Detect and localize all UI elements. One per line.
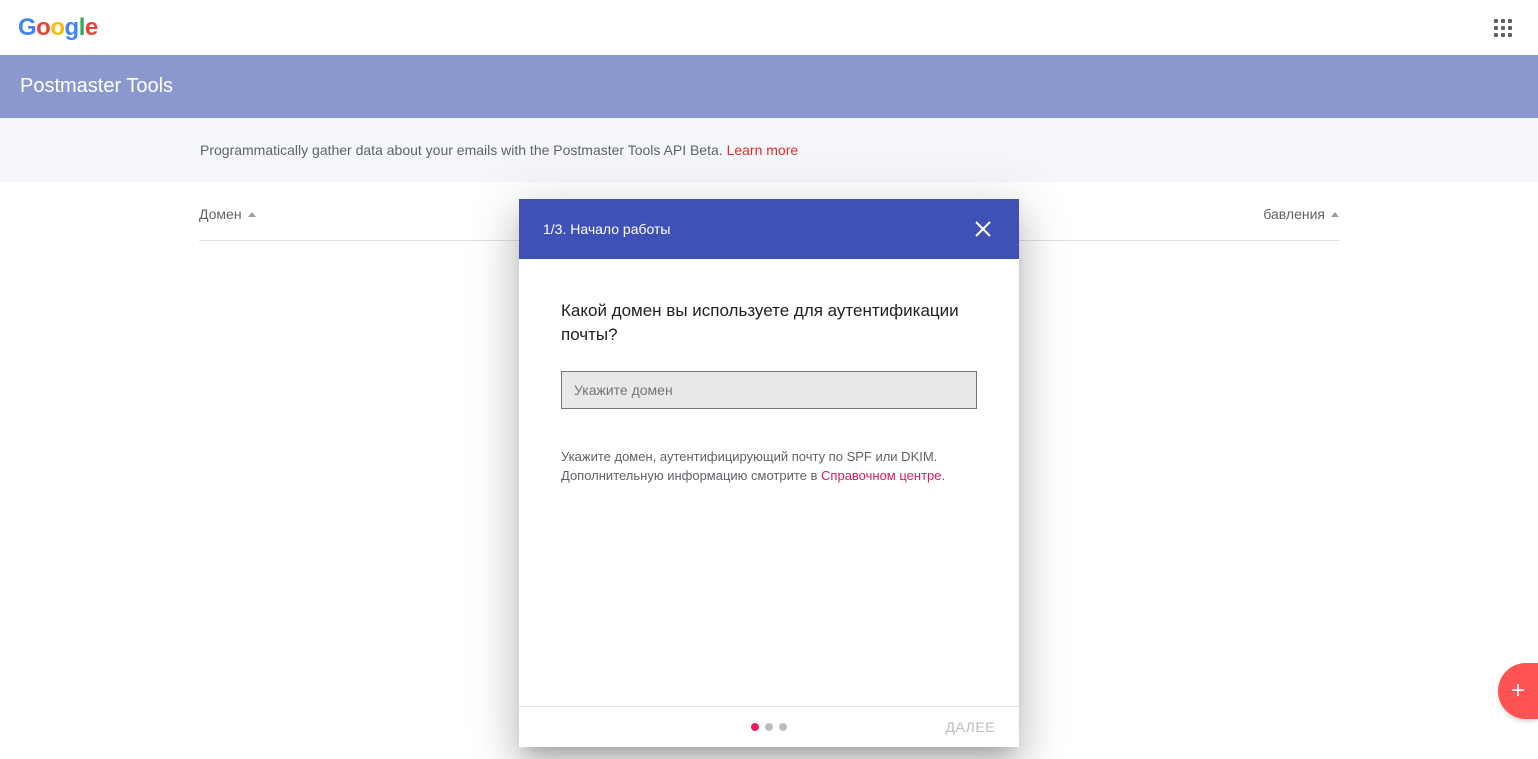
modal-footer: ДАЛЕЕ (519, 706, 1019, 747)
add-fab-button[interactable]: + (1498, 663, 1538, 719)
step-dot-1 (751, 723, 759, 731)
domain-input[interactable] (561, 371, 977, 409)
google-logo[interactable]: Google (18, 14, 98, 42)
step-dot-3 (779, 723, 787, 731)
sort-arrow-icon (248, 212, 256, 217)
step-dot-2 (765, 723, 773, 731)
modal-body: Какой домен вы используете для аутентифи… (519, 259, 1019, 506)
pagination-dots (751, 723, 787, 731)
next-button[interactable]: ДАЛЕЕ (946, 719, 996, 735)
learn-more-link[interactable]: Learn more (727, 142, 799, 158)
column-date-added[interactable]: бавления (1263, 206, 1339, 222)
banner-text: Programmatically gather data about your … (200, 142, 727, 158)
modal-help-text: Укажите домен, аутентифицирующий почту п… (561, 447, 977, 486)
help-center-link[interactable]: Справочном центре (821, 468, 941, 483)
column-domain[interactable]: Домен (199, 206, 256, 222)
top-header: Google (0, 0, 1538, 55)
add-domain-modal: 1/3. Начало работы Какой домен вы исполь… (519, 199, 1019, 747)
close-icon[interactable] (971, 217, 995, 241)
modal-question: Какой домен вы используете для аутентифи… (561, 299, 977, 347)
modal-title: 1/3. Начало работы (543, 221, 670, 237)
app-title-bar: Postmaster Tools (0, 55, 1538, 118)
apps-menu-icon[interactable] (1486, 11, 1520, 45)
sort-arrow-icon (1331, 212, 1339, 217)
info-banner: Programmatically gather data about your … (0, 118, 1538, 182)
app-title: Postmaster Tools (20, 75, 173, 97)
modal-header: 1/3. Начало работы (519, 199, 1019, 259)
